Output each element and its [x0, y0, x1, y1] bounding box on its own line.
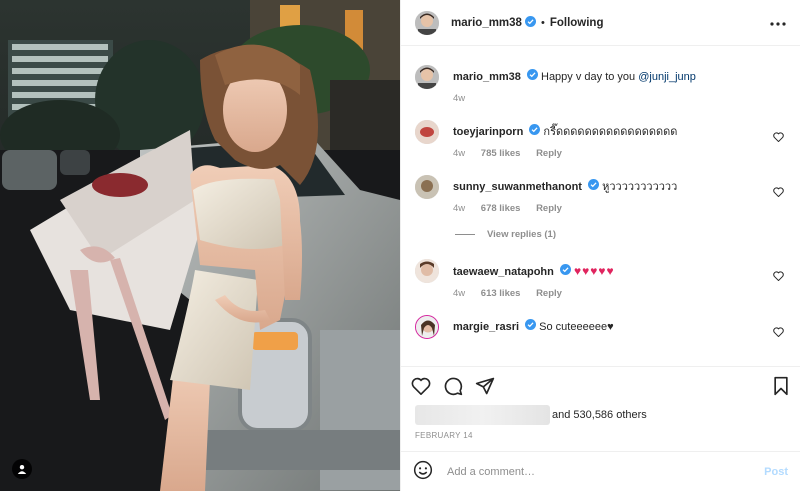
add-comment-input[interactable]: Add a comment… [447, 466, 764, 478]
comment-likes[interactable]: 785 likes [481, 148, 521, 159]
comment-text: So cuteeeeee♥ [539, 321, 614, 334]
add-comment-bar: Add a comment… Post [401, 451, 800, 491]
heart-icon[interactable] [773, 187, 784, 200]
caption-time[interactable]: 4w [453, 93, 465, 104]
caption-mention-link[interactable]: @junji_junp [638, 71, 696, 83]
heart-icon[interactable] [773, 132, 784, 145]
divider [455, 233, 475, 235]
share-icon[interactable] [475, 376, 495, 396]
blurred-liker-names [415, 405, 550, 425]
likes-summary[interactable]: and 530,586 others [401, 404, 800, 426]
post-date[interactable]: FEBRUARY 14 [401, 431, 800, 447]
verified-badge-icon [588, 179, 600, 195]
comment-username[interactable]: sunny_suwanmethanont [453, 181, 582, 193]
heart-icon[interactable] [773, 271, 784, 284]
verified-badge-icon [529, 124, 541, 140]
comment-likes[interactable]: 613 likes [481, 288, 521, 299]
comment-item: sunny_suwanmethanont หูววววววววววว 4w 67… [415, 175, 786, 214]
comment-time[interactable]: 4w [453, 148, 465, 159]
reply-button[interactable]: Reply [536, 288, 562, 299]
verified-badge-icon [525, 319, 537, 335]
post-header: mario_mm38 • Following [401, 0, 800, 46]
caption-username[interactable]: mario_mm38 [453, 71, 521, 83]
likes-count[interactable]: and 530,586 others [552, 409, 647, 421]
comment-icon[interactable] [443, 376, 463, 396]
view-replies-button[interactable]: View replies (1) [455, 226, 786, 242]
comment-text: ♥♥♥♥♥ [573, 264, 615, 279]
avatar[interactable] [415, 120, 439, 145]
bookmark-icon[interactable] [772, 376, 790, 396]
photo-illustration [0, 0, 400, 491]
avatar[interactable] [415, 259, 439, 284]
caption-text: Happy v day to you [541, 71, 636, 83]
view-replies-label: View replies (1) [487, 228, 556, 240]
comment-item: taewaew_natapohn ♥♥♥♥♥ 4w 613 likes Repl… [415, 259, 786, 299]
comment-time[interactable]: 4w [453, 288, 465, 299]
comments-list[interactable]: mario_mm38 Happy v day to you @junji_jun… [401, 46, 800, 366]
comment-time[interactable]: 4w [453, 203, 465, 214]
post-button[interactable]: Post [764, 466, 788, 478]
more-options-icon[interactable] [770, 17, 786, 29]
caption: mario_mm38 Happy v day to you @junji_jun… [415, 65, 786, 104]
comment-likes[interactable]: 678 likes [481, 203, 521, 214]
comment-text: หูววววววววววว [602, 181, 678, 194]
comment-item: margie_rasri So cuteeeeee♥ [415, 315, 786, 340]
reply-button[interactable]: Reply [536, 203, 562, 214]
heart-icon[interactable] [773, 327, 784, 340]
avatar[interactable] [415, 315, 439, 340]
action-bar [401, 366, 800, 404]
heart-icon[interactable] [411, 377, 431, 395]
avatar[interactable] [415, 65, 439, 89]
following-button[interactable]: Following [550, 17, 604, 29]
avatar[interactable] [415, 175, 439, 200]
header-separator: • [540, 16, 545, 29]
comment-text: กรี๊ดดดดดดดดดดดดดดดดด [543, 126, 678, 139]
user-tag-icon[interactable] [12, 459, 32, 479]
avatar[interactable] [415, 10, 439, 35]
comment-username[interactable]: toeyjarinporn [453, 126, 523, 138]
verified-badge-icon [526, 69, 538, 85]
verified-badge-icon [524, 15, 536, 30]
verified-badge-icon [559, 264, 571, 280]
comment-item: toeyjarinporn กรี๊ดดดดดดดดดดดดดดดดด 4w 7… [415, 120, 786, 159]
emoji-icon[interactable] [413, 460, 433, 483]
header-username[interactable]: mario_mm38 [451, 17, 522, 29]
reply-button[interactable]: Reply [536, 148, 562, 159]
instagram-post: mario_mm38 • Following mario_mm38 Happy … [0, 0, 800, 491]
post-photo[interactable] [0, 0, 400, 491]
comment-username[interactable]: margie_rasri [453, 321, 519, 333]
post-side-panel: mario_mm38 • Following mario_mm38 Happy … [400, 0, 800, 491]
comment-username[interactable]: taewaew_natapohn [453, 266, 554, 278]
